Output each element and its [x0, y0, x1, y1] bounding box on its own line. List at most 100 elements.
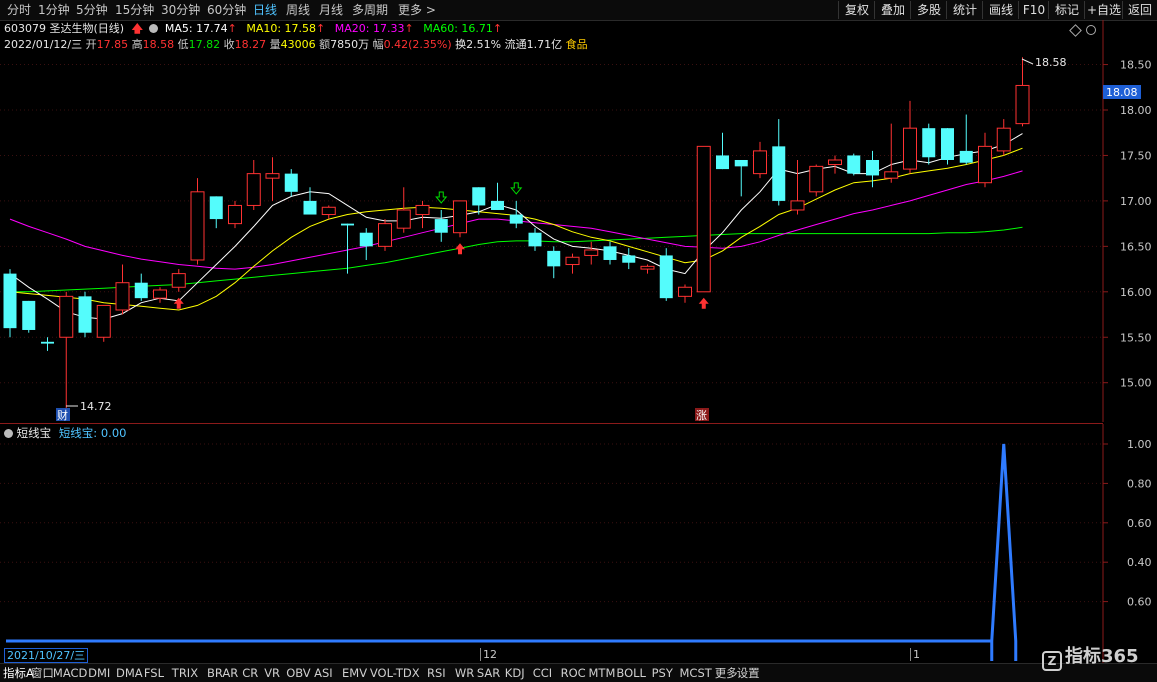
indicator-tab-voltdx[interactable]: VOL-TDX: [370, 665, 420, 681]
mark-button[interactable]: 标记: [1048, 1, 1085, 19]
candle-body-down: [22, 300, 36, 330]
candle-body-up: [59, 295, 74, 338]
candlestick-chart[interactable]: 18.50 18.00 17.50 17.00 16.50 16.00 15.50 15.00…: [0, 20, 1157, 422]
multi-stock-button[interactable]: 多股: [910, 1, 947, 19]
time-axis-january: 1: [910, 648, 920, 661]
candle-body-up: [903, 127, 917, 170]
candle-body-up: [565, 256, 580, 266]
fuquan-button[interactable]: 复权: [838, 1, 875, 19]
indicator-tab-obv[interactable]: OBV: [286, 665, 310, 681]
tab-monthly[interactable]: 月线: [319, 2, 343, 18]
max-price-label: 18.58: [1035, 56, 1067, 69]
indicator-tab-emv[interactable]: EMV: [342, 665, 367, 681]
indicator-tab-boll[interactable]: BOLL: [616, 665, 646, 681]
candle-body-up: [265, 173, 280, 179]
candle-body-up: [378, 223, 392, 247]
candle-body-up: [809, 165, 824, 193]
candle-body-up: [996, 127, 1011, 152]
indicator-tab-a[interactable]: 指标A: [3, 665, 34, 681]
candle-body-up: [321, 206, 336, 216]
tab-more[interactable]: 更多 >: [398, 2, 436, 18]
indicator-tab-kdj[interactable]: KDJ: [505, 665, 525, 681]
indicator-tab-cr[interactable]: CR: [242, 665, 258, 681]
candle-body-down: [41, 341, 54, 344]
candle-body-down: [922, 128, 936, 158]
indicator-tab-rsi[interactable]: RSI: [427, 665, 446, 681]
indicator-tab-macd[interactable]: MACD: [53, 665, 87, 681]
max-pointer-line: [1021, 58, 1034, 65]
indicator-tab-asi[interactable]: ASI: [314, 665, 333, 681]
tab-60min[interactable]: 60分钟: [207, 2, 246, 18]
indicator-tab-psy[interactable]: PSY: [652, 665, 673, 681]
tab-multi-period[interactable]: 多周期: [352, 2, 388, 18]
candle-body-up: [584, 249, 599, 256]
indicator-tab-[interactable]: 设置: [737, 665, 760, 681]
tab-30min[interactable]: 30分钟: [161, 2, 200, 18]
indicator-tab-mtm[interactable]: MTM: [589, 665, 616, 681]
sub-tick-label: 0.80: [1127, 477, 1152, 490]
indicator-tab-dma[interactable]: DMA: [116, 665, 143, 681]
indicator-tab-[interactable]: 更多: [715, 665, 738, 681]
candle-body-up: [246, 173, 261, 206]
candle-body-up: [190, 191, 205, 261]
price-tick-label: 16.50: [1120, 240, 1152, 253]
current-price-label: 18.08: [1106, 86, 1138, 99]
time-axis-december: 12: [480, 648, 497, 661]
candle-body-down: [509, 214, 523, 224]
indicator-tab-cci[interactable]: CCI: [533, 665, 552, 681]
candle-body-up: [96, 304, 111, 338]
add-watchlist-button[interactable]: +自选: [1084, 1, 1123, 19]
indicator-tab-roc[interactable]: ROC: [561, 665, 586, 681]
candle-body-up: [396, 209, 411, 229]
indicator-tab-sar[interactable]: SAR: [477, 665, 500, 681]
statistics-button[interactable]: 统计: [946, 1, 983, 19]
candle-body-down: [959, 150, 973, 163]
candle-body-up: [415, 204, 430, 216]
indicator-tab-wr[interactable]: WR: [455, 665, 474, 681]
candle-body-up: [453, 200, 467, 234]
candle-body-up: [828, 159, 842, 166]
current-price-tag: 18.08: [1103, 85, 1141, 99]
indicator-tab-vr[interactable]: VR: [264, 665, 280, 681]
time-axis-start: 2021/10/27/三: [4, 648, 89, 663]
draw-line-button[interactable]: 画线: [982, 1, 1019, 19]
indicator-tab-fsl[interactable]: FSL: [144, 665, 164, 681]
indicator-tab-trix[interactable]: TRIX: [172, 665, 198, 681]
back-button[interactable]: 返回: [1122, 1, 1157, 19]
candle-body-down: [547, 250, 561, 267]
tab-weekly[interactable]: 周线: [286, 2, 310, 18]
candle-body-down: [359, 232, 373, 247]
price-tick-label: 15.50: [1120, 331, 1152, 344]
candle-body-down: [847, 155, 861, 174]
candle-body-up: [678, 286, 692, 297]
sub-gridlines: [0, 443, 1103, 603]
sub-indicator-line: [6, 443, 1018, 661]
buy-arrow-icon: [698, 297, 709, 309]
min-price-label: 14.72: [80, 400, 112, 413]
indicator-tab-brar[interactable]: BRAR: [207, 665, 238, 681]
tab-5min[interactable]: 5分钟: [76, 2, 108, 18]
sub-axis: 1.00 0.80 0.60 0.40 0.60: [1103, 438, 1152, 609]
tab-1min[interactable]: 1分钟: [38, 2, 70, 18]
buy-arrow-icon: [173, 297, 184, 309]
price-tick-label: 17.00: [1120, 195, 1152, 208]
price-axis: 18.50 18.00 17.50 17.00 16.50 16.00 15.50 15.00: [1103, 59, 1152, 390]
overlay-button[interactable]: 叠加: [874, 1, 911, 19]
candle-body-up: [153, 289, 167, 299]
indicator-tab-[interactable]: 窗口: [31, 665, 54, 681]
f10-button[interactable]: F10: [1018, 1, 1049, 19]
tab-daily[interactable]: 日线: [253, 2, 277, 18]
sub-indicator-chart[interactable]: 1.00 0.80 0.60 0.40 0.60: [0, 424, 1157, 663]
sub-tick-label: 1.00: [1127, 438, 1152, 451]
price-tick-label: 18.50: [1120, 59, 1152, 72]
candle-body-down: [772, 146, 786, 201]
indicator-tab-mcst[interactable]: MCST: [680, 665, 712, 681]
indicator-tab-dmi[interactable]: DMI: [88, 665, 110, 681]
candle-body-down: [941, 128, 954, 160]
candle-body-down: [284, 173, 298, 192]
candle-body-down: [528, 232, 542, 247]
tab-15min[interactable]: 15分钟: [115, 2, 154, 18]
tab-fenshi[interactable]: 分时: [7, 2, 31, 18]
candle-body-up: [1015, 84, 1030, 125]
candle-body-up: [171, 273, 186, 288]
